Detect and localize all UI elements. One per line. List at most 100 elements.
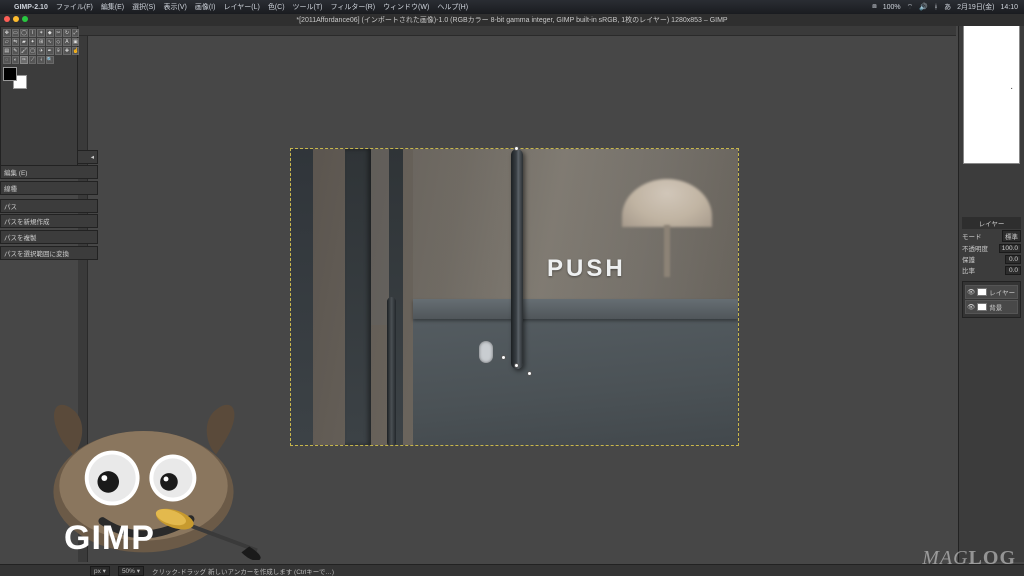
tool-gradient[interactable]: ▤ bbox=[3, 47, 11, 55]
clock-time[interactable]: 14:10 bbox=[1000, 4, 1018, 11]
status-hint: クリック-ドラッグ 新しいアンカーを作成します (Ctrlキーで…) bbox=[152, 566, 334, 576]
gimp-wordmark: GIMP bbox=[64, 519, 155, 558]
tool-text[interactable]: A bbox=[63, 38, 71, 46]
menu-help[interactable]: ヘルプ(H) bbox=[437, 2, 468, 12]
close-icon[interactable] bbox=[4, 16, 10, 22]
tool-flip[interactable]: ⇋ bbox=[12, 38, 20, 46]
paths-action[interactable]: パスを選択範囲に変換 bbox=[0, 246, 98, 260]
status-zoom[interactable]: 50% ▾ bbox=[118, 566, 144, 576]
tool-free-select[interactable]: ⌇ bbox=[29, 29, 37, 37]
layer-thumb bbox=[977, 303, 987, 311]
tool-move[interactable]: ✥ bbox=[3, 29, 11, 37]
menubar-app-name[interactable]: GIMP-2.10 bbox=[14, 4, 48, 11]
layer-row[interactable]: 👁レイヤー bbox=[965, 285, 1018, 299]
path-anchor[interactable] bbox=[501, 355, 506, 360]
menu-file[interactable]: ファイル(F) bbox=[56, 2, 93, 12]
menu-filters[interactable]: フィルター(R) bbox=[330, 2, 375, 12]
tool-ellipse-select[interactable]: ◯ bbox=[20, 29, 28, 37]
toolbox: ✥ ▭ ◯ ⌇ ✶ ◆ ✂ ↻ ⤢ ▱ ⇋ ▰ ✦ ⊞ ∿ ◇ A ▣ ▤ ✎ … bbox=[0, 26, 78, 166]
path-anchor[interactable] bbox=[514, 363, 519, 368]
right-dock: レイヤー モード標準 不透明度100.0 保護0.0 比率0.0 👁レイヤー 👁… bbox=[958, 14, 1024, 562]
ratio-value[interactable]: 0.0 bbox=[1005, 266, 1021, 275]
brush-preview[interactable] bbox=[963, 18, 1020, 164]
tool-cage[interactable]: ◇ bbox=[55, 38, 63, 46]
tool-eraser[interactable]: ▢ bbox=[29, 47, 37, 55]
tool-paintbrush[interactable]: 🖌 bbox=[20, 47, 28, 55]
tool-zoom[interactable]: 🔍 bbox=[46, 56, 54, 64]
tool-clone[interactable]: ⌾ bbox=[55, 47, 63, 55]
bluetooth-icon[interactable]: ᚼ bbox=[934, 4, 938, 11]
tool-pencil[interactable]: ✎ bbox=[12, 47, 20, 55]
ruler-horizontal[interactable] bbox=[78, 26, 956, 36]
menu-windows[interactable]: ウィンドウ(W) bbox=[383, 2, 429, 12]
push-label: PUSH bbox=[547, 255, 626, 283]
tool-ink[interactable]: ✒ bbox=[46, 47, 54, 55]
tool-fuzzy-select[interactable]: ✶ bbox=[37, 29, 45, 37]
wifi-icon[interactable]: ⌔ bbox=[907, 3, 914, 12]
tool-rect-select[interactable]: ▭ bbox=[12, 29, 20, 37]
document-title: *[2011Affordance06] (インポートされた画像)-1.0 (RG… bbox=[0, 14, 1024, 26]
tool-warp[interactable]: ∿ bbox=[46, 38, 54, 46]
mac-menubar: GIMP-2.10 ファイル(F) 編集(E) 選択(S) 表示(V) 画像(I… bbox=[0, 0, 1024, 14]
paths-action[interactable]: パスを新規作成 bbox=[0, 214, 98, 228]
minimize-icon[interactable] bbox=[13, 16, 19, 22]
layer-list: 👁レイヤー 👁 背景 bbox=[962, 281, 1021, 318]
tool-paths[interactable]: ✑ bbox=[20, 56, 28, 64]
color-swatches[interactable] bbox=[3, 67, 27, 89]
tool-unified[interactable]: ✦ bbox=[29, 38, 37, 46]
tool-rotate[interactable]: ↻ bbox=[63, 29, 71, 37]
layer-thumb bbox=[977, 288, 987, 296]
dropbox-icon[interactable]: ⧈ bbox=[872, 3, 876, 11]
tool-option-row[interactable]: 線種 bbox=[0, 181, 98, 195]
tool-dodge[interactable]: ◐ bbox=[12, 56, 20, 64]
menu-tools[interactable]: ツール(T) bbox=[293, 2, 323, 12]
layers-tab[interactable]: レイヤー bbox=[962, 217, 1021, 229]
tool-airbrush[interactable]: ✈ bbox=[37, 47, 45, 55]
tool-blur[interactable]: ◌ bbox=[3, 56, 11, 64]
eye-icon[interactable]: 👁 bbox=[967, 303, 975, 311]
clock-date[interactable]: 2月19日(金) bbox=[957, 2, 994, 12]
size-value[interactable]: 0.0 bbox=[1005, 255, 1021, 264]
layer-name: 背景 bbox=[989, 302, 1002, 312]
eye-icon[interactable]: 👁 bbox=[967, 288, 975, 296]
menu-image[interactable]: 画像(I) bbox=[195, 2, 216, 12]
window-traffic-lights[interactable] bbox=[4, 16, 28, 22]
paths-panel-tab[interactable]: パス bbox=[0, 199, 98, 213]
left-dock: ツールオプション◂ 編集 (E) 線種 パス パスを新規作成 パスを複製 パスを… bbox=[0, 150, 98, 262]
volume-icon[interactable]: 🔊 bbox=[919, 3, 928, 11]
tool-smudge[interactable]: ☝ bbox=[72, 47, 80, 55]
tool-perspective[interactable]: ▰ bbox=[20, 38, 28, 46]
tool-measure[interactable]: ⟊ bbox=[37, 56, 45, 64]
battery-indicator[interactable]: 100% bbox=[883, 4, 901, 11]
canvas[interactable]: PUSH bbox=[290, 148, 739, 446]
menu-view[interactable]: 表示(V) bbox=[164, 2, 187, 12]
menu-edit[interactable]: 編集(E) bbox=[101, 2, 124, 12]
lock-label: 保護 bbox=[962, 254, 975, 264]
tool-option-row[interactable]: 編集 (E) bbox=[0, 165, 98, 179]
mode-value[interactable]: 標準 bbox=[1002, 230, 1021, 242]
status-unit[interactable]: px ▾ bbox=[90, 566, 110, 576]
foreground-swatch[interactable] bbox=[3, 67, 17, 81]
paths-action[interactable]: パスを複製 bbox=[0, 230, 98, 244]
path-anchor[interactable] bbox=[527, 371, 532, 376]
zoom-icon[interactable] bbox=[22, 16, 28, 22]
opacity-value[interactable]: 100.0 bbox=[999, 244, 1021, 253]
layer-row[interactable]: 👁 背景 bbox=[965, 300, 1018, 314]
tool-shear[interactable]: ▱ bbox=[3, 38, 11, 46]
input-lang[interactable]: あ bbox=[944, 2, 951, 12]
tool-handle[interactable]: ⊞ bbox=[37, 38, 45, 46]
tool-by-color[interactable]: ◆ bbox=[46, 29, 54, 37]
ratio-label: 比率 bbox=[962, 265, 975, 275]
canvas-image: PUSH bbox=[291, 149, 738, 445]
watermark: MAGLOG bbox=[922, 547, 1016, 570]
status-bar: px ▾ 50% ▾ クリック-ドラッグ 新しいアンカーを作成します (Ctrl… bbox=[0, 564, 1024, 576]
tool-bucket[interactable]: ▣ bbox=[72, 38, 80, 46]
tool-color-picker[interactable]: ⟋ bbox=[29, 56, 37, 64]
menu-select[interactable]: 選択(S) bbox=[132, 2, 155, 12]
tool-scale[interactable]: ⤢ bbox=[72, 29, 80, 37]
menu-layer[interactable]: レイヤー(L) bbox=[223, 2, 259, 12]
path-anchor[interactable] bbox=[514, 146, 519, 151]
tool-crop[interactable]: ✂ bbox=[55, 29, 63, 37]
menu-colors[interactable]: 色(C) bbox=[268, 2, 285, 12]
tool-heal[interactable]: ✚ bbox=[63, 47, 71, 55]
